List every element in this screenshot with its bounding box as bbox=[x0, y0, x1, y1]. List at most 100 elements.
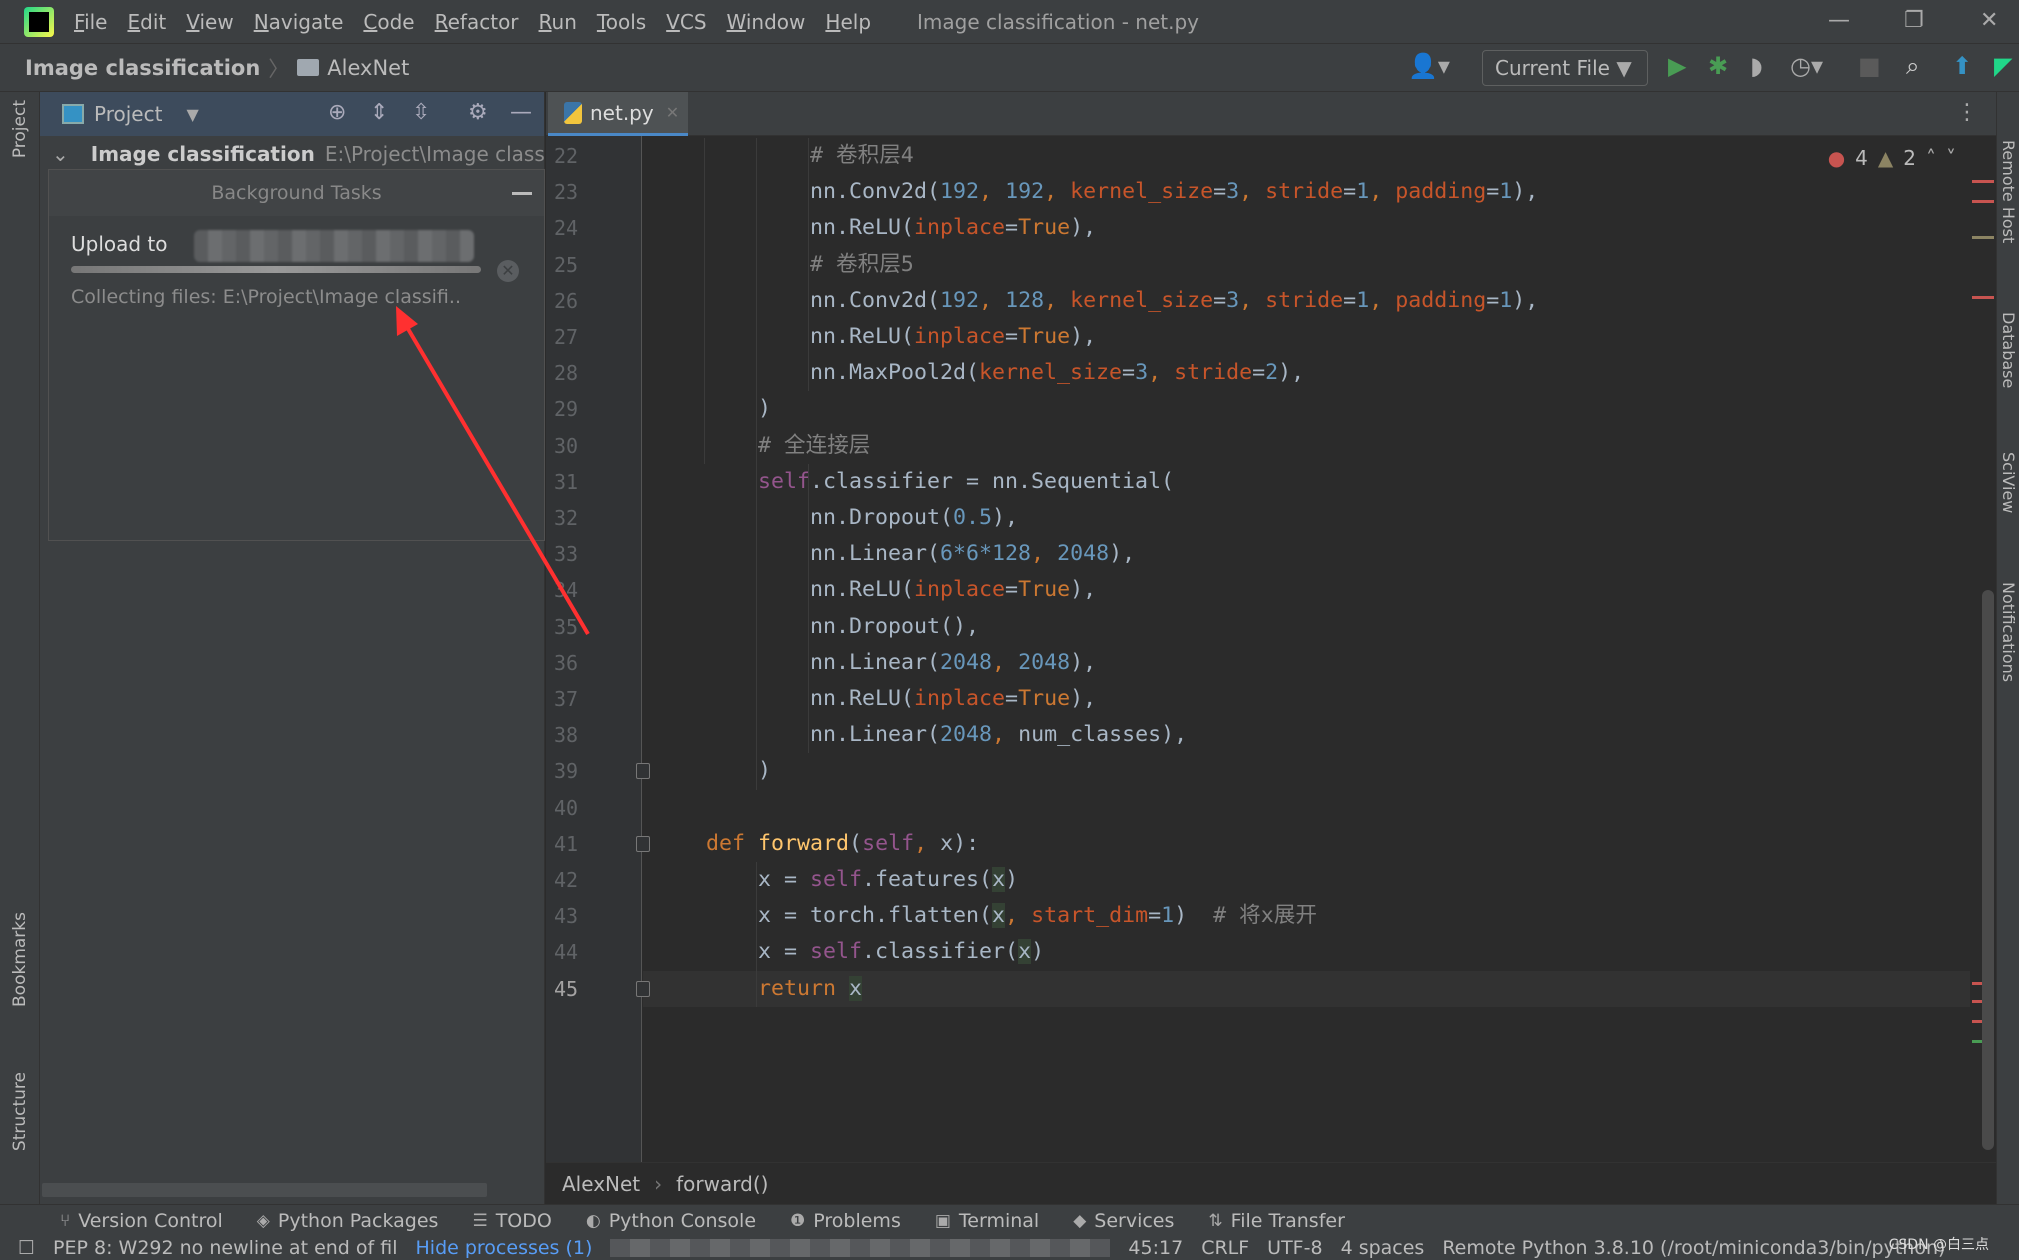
line-number[interactable]: 33 bbox=[554, 542, 594, 566]
code-line[interactable]: nn.MaxPool2d(kernel_size=3, stride=2), bbox=[654, 355, 1304, 391]
code-line[interactable]: # 全连接层 bbox=[654, 428, 870, 464]
strip-bookmarks[interactable]: Bookmarks bbox=[10, 912, 30, 1007]
tool-window-todo[interactable]: ☰ TODO bbox=[472, 1210, 551, 1232]
menu-refactor[interactable]: Refactor bbox=[435, 10, 519, 34]
code-line[interactable]: nn.ReLU(inplace=True), bbox=[654, 319, 1096, 355]
code-line[interactable]: nn.ReLU(inplace=True), bbox=[654, 572, 1096, 608]
fold-icon[interactable] bbox=[636, 835, 650, 852]
menu-help[interactable]: Help bbox=[825, 10, 871, 34]
line-number[interactable]: 39 bbox=[554, 759, 594, 783]
close-icon[interactable]: ✕ bbox=[1980, 8, 1998, 33]
hide-processes-link[interactable]: Hide processes (1) bbox=[416, 1237, 593, 1259]
next-highlight-icon[interactable]: ˅ bbox=[1946, 146, 1956, 170]
menu-file[interactable]: File bbox=[74, 10, 107, 34]
code-line[interactable]: nn.Linear(2048, 2048), bbox=[654, 645, 1096, 681]
collapse-all-icon[interactable]: ⇳ bbox=[412, 100, 430, 125]
code-line[interactable]: nn.Linear(2048, num_classes), bbox=[654, 717, 1187, 753]
line-separator[interactable]: CRLF bbox=[1201, 1237, 1249, 1259]
strip-remote-host[interactable]: Remote Host bbox=[1999, 140, 2018, 243]
line-number[interactable]: 26 bbox=[554, 289, 594, 313]
status-message[interactable]: PEP 8: W292 no newline at end of fil bbox=[53, 1237, 397, 1259]
menu-navigate[interactable]: Navigate bbox=[254, 10, 344, 34]
gear-icon[interactable]: ⚙ bbox=[468, 100, 488, 125]
more-icon[interactable]: ⋮ bbox=[1956, 100, 1978, 125]
line-number[interactable]: 23 bbox=[554, 180, 594, 204]
tool-window-services[interactable]: ◆ Services bbox=[1073, 1210, 1174, 1232]
nav-folder[interactable]: AlexNet bbox=[327, 56, 409, 80]
line-number[interactable]: 42 bbox=[554, 868, 594, 892]
fold-icon[interactable] bbox=[636, 980, 650, 997]
inspection-widget[interactable]: ● 4 ▲ 2 ˄ ˅ bbox=[1828, 146, 1956, 170]
strip-project[interactable]: Project bbox=[10, 100, 30, 158]
line-number[interactable]: 32 bbox=[554, 506, 594, 530]
line-number[interactable]: 40 bbox=[554, 796, 594, 820]
run-icon[interactable]: ▶ bbox=[1668, 52, 1686, 80]
debug-icon[interactable]: ✱ bbox=[1708, 52, 1728, 80]
breadcrumb-class[interactable]: AlexNet bbox=[562, 1172, 640, 1196]
locate-icon[interactable]: ⊕ bbox=[328, 100, 346, 125]
code-line[interactable]: nn.ReLU(inplace=True), bbox=[654, 210, 1096, 246]
code-line[interactable]: def forward(self, x): bbox=[654, 826, 979, 862]
coverage-icon[interactable]: ◗ bbox=[1750, 52, 1763, 80]
code-line[interactable]: self.classifier = nn.Sequential( bbox=[654, 464, 1174, 500]
line-number[interactable]: 31 bbox=[554, 470, 594, 494]
update-icon[interactable]: ⬆ bbox=[1952, 52, 1972, 80]
code-line[interactable]: # 卷积层4 bbox=[654, 138, 914, 174]
profile-icon[interactable]: ◷▾ bbox=[1790, 52, 1823, 80]
stop-icon[interactable]: ■ bbox=[1858, 52, 1881, 80]
tool-window-python-console[interactable]: ◐ Python Console bbox=[586, 1210, 756, 1232]
tool-window-python-packages[interactable]: ◈ Python Packages bbox=[257, 1210, 439, 1232]
cancel-task-button[interactable]: ✕ bbox=[497, 260, 519, 282]
search-icon[interactable]: ⌕ bbox=[1906, 52, 1919, 80]
line-number[interactable]: 30 bbox=[554, 434, 594, 458]
line-number[interactable]: 35 bbox=[554, 615, 594, 639]
menu-code[interactable]: Code bbox=[363, 10, 414, 34]
code-line[interactable]: nn.Dropout(), bbox=[654, 609, 979, 645]
strip-database[interactable]: Database bbox=[1999, 312, 2018, 388]
code-line[interactable]: nn.Linear(6*6*128, 2048), bbox=[654, 536, 1135, 572]
file-encoding[interactable]: UTF-8 bbox=[1267, 1237, 1322, 1259]
line-number[interactable]: 45 bbox=[554, 977, 594, 1001]
tool-window-file-transfer[interactable]: ⇅ File Transfer bbox=[1208, 1210, 1344, 1232]
project-title[interactable]: Project bbox=[94, 102, 162, 126]
line-number[interactable]: 41 bbox=[554, 832, 594, 856]
user-icon[interactable]: 👤▾ bbox=[1408, 52, 1450, 80]
tool-window-problems[interactable]: ❶ Problems bbox=[790, 1210, 901, 1232]
tool-window-version-control[interactable]: ⑂ Version Control bbox=[60, 1210, 223, 1232]
line-number[interactable]: 29 bbox=[554, 397, 594, 421]
strip-sciview[interactable]: SciView bbox=[1999, 452, 2018, 513]
menu-run[interactable]: Run bbox=[539, 10, 577, 34]
previous-highlight-icon[interactable]: ˄ bbox=[1926, 146, 1936, 170]
strip-structure[interactable]: Structure bbox=[10, 1072, 30, 1151]
fold-icon[interactable] bbox=[636, 763, 650, 780]
minimize-icon[interactable] bbox=[512, 192, 532, 195]
python-interpreter[interactable]: Remote Python 3.8.10 (/root/miniconda3/b… bbox=[1442, 1237, 1945, 1259]
code-line[interactable]: nn.Conv2d(192, 192, kernel_size=3, strid… bbox=[654, 174, 1538, 210]
chevron-down-icon[interactable]: ▼ bbox=[186, 105, 198, 124]
menu-edit[interactable]: Edit bbox=[127, 10, 166, 34]
code-line[interactable]: x = torch.flatten(x, start_dim=1) # 将x展开 bbox=[654, 898, 1317, 934]
strip-notifications[interactable]: Notifications bbox=[1999, 582, 2018, 682]
tree-root-item[interactable]: ⌄ Image classification E:\Project\Image … bbox=[40, 136, 544, 172]
indent-setting[interactable]: 4 spaces bbox=[1341, 1237, 1425, 1259]
hide-icon[interactable]: — bbox=[510, 100, 532, 125]
menu-window[interactable]: Window bbox=[727, 10, 806, 34]
chevron-down-icon[interactable]: ⌄ bbox=[52, 142, 69, 166]
caret-position[interactable]: 45:17 bbox=[1128, 1237, 1183, 1259]
code-editor[interactable]: 22 23 24 25 26 27 28 29 30 31 32 33 34 35 36 37 38 39 40 41… bbox=[546, 136, 1970, 1162]
code-line[interactable]: x = self.features(x) bbox=[654, 862, 1018, 898]
line-number[interactable]: 34 bbox=[554, 578, 594, 602]
restore-icon[interactable]: ❐ bbox=[1904, 8, 1924, 33]
checkbox-icon[interactable]: ☐ bbox=[18, 1237, 35, 1259]
line-number[interactable]: 28 bbox=[554, 361, 594, 385]
code-line[interactable]: x = self.classifier(x) bbox=[654, 934, 1044, 970]
code-line[interactable]: ) bbox=[654, 753, 771, 789]
tool-window-terminal[interactable]: ▣ Terminal bbox=[935, 1210, 1039, 1232]
code-line[interactable]: ) bbox=[654, 391, 771, 427]
run-config-dropdown[interactable]: Current File ▼ bbox=[1482, 50, 1648, 86]
line-number[interactable]: 36 bbox=[554, 651, 594, 675]
editor-scrollbar[interactable] bbox=[1982, 590, 1994, 1150]
line-number[interactable]: 25 bbox=[554, 253, 594, 277]
line-number[interactable]: 24 bbox=[554, 216, 594, 240]
nav-project[interactable]: Image classification bbox=[25, 56, 260, 80]
